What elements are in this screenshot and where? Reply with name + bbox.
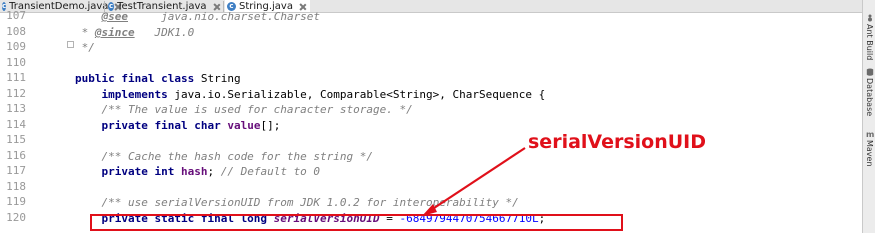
line-number: 109 — [6, 40, 26, 53]
line-number: 112 — [6, 87, 26, 100]
svg-text:m: m — [866, 130, 874, 138]
javadoc-tag: @see — [101, 10, 129, 23]
code-line-120: private static final long serialVersionU… — [75, 212, 546, 225]
line-number-gutter: 107 108 109 110 111 112 113 114 115 116 … — [0, 9, 68, 233]
tool-label: Database — [865, 78, 874, 117]
code-line-113: /** The value is used for character stor… — [75, 103, 413, 116]
line-number: 115 — [6, 133, 26, 146]
annotation-label: serialVersionUID — [528, 131, 707, 153]
line-number: 117 — [6, 164, 26, 177]
line-number: 113 — [6, 102, 26, 115]
code-editor[interactable]: @see java.nio.charset.Charset * @since J… — [75, 10, 860, 233]
maven-icon: m — [866, 130, 874, 138]
code-line-109: */ — [75, 41, 95, 54]
tool-window-database[interactable]: Database — [863, 68, 875, 116]
code-line-108: * @since JDK1.0 — [75, 26, 195, 39]
code-line-117: private int hash; // Default to 0 — [75, 165, 321, 178]
tool-window-maven[interactable]: m Maven — [863, 130, 875, 167]
code-line-116: /** Cache the hash code for the string *… — [75, 150, 374, 163]
code-line-111: public final class String — [75, 72, 241, 85]
tool-label: Maven — [865, 140, 874, 167]
fold-marker-icon[interactable] — [67, 41, 74, 48]
line-number: 119 — [6, 195, 26, 208]
right-tool-strip: Ant Build Database m Maven — [862, 0, 875, 233]
line-number: 120 — [6, 211, 26, 224]
tool-window-ant-build[interactable]: Ant Build — [863, 14, 875, 60]
line-number: 111 — [6, 71, 26, 84]
javadoc-tag: @since — [94, 26, 135, 39]
code-line-119: /** use serialVersionUID from JDK 1.0.2 … — [75, 196, 519, 209]
code-line-114: private final char value[]; — [75, 119, 281, 132]
line-number: 116 — [6, 149, 26, 162]
code-line-112: implements java.io.Serializable, Compara… — [75, 88, 546, 101]
line-number: 118 — [6, 180, 26, 193]
line-number: 107 — [6, 9, 26, 22]
code-line-107: @see java.nio.charset.Charset — [101, 10, 321, 23]
database-icon — [866, 68, 873, 76]
tool-label: Ant Build — [865, 24, 874, 61]
line-number: 114 — [6, 118, 26, 131]
ant-icon — [867, 14, 872, 22]
line-number: 108 — [6, 25, 26, 38]
line-number: 110 — [6, 56, 26, 69]
